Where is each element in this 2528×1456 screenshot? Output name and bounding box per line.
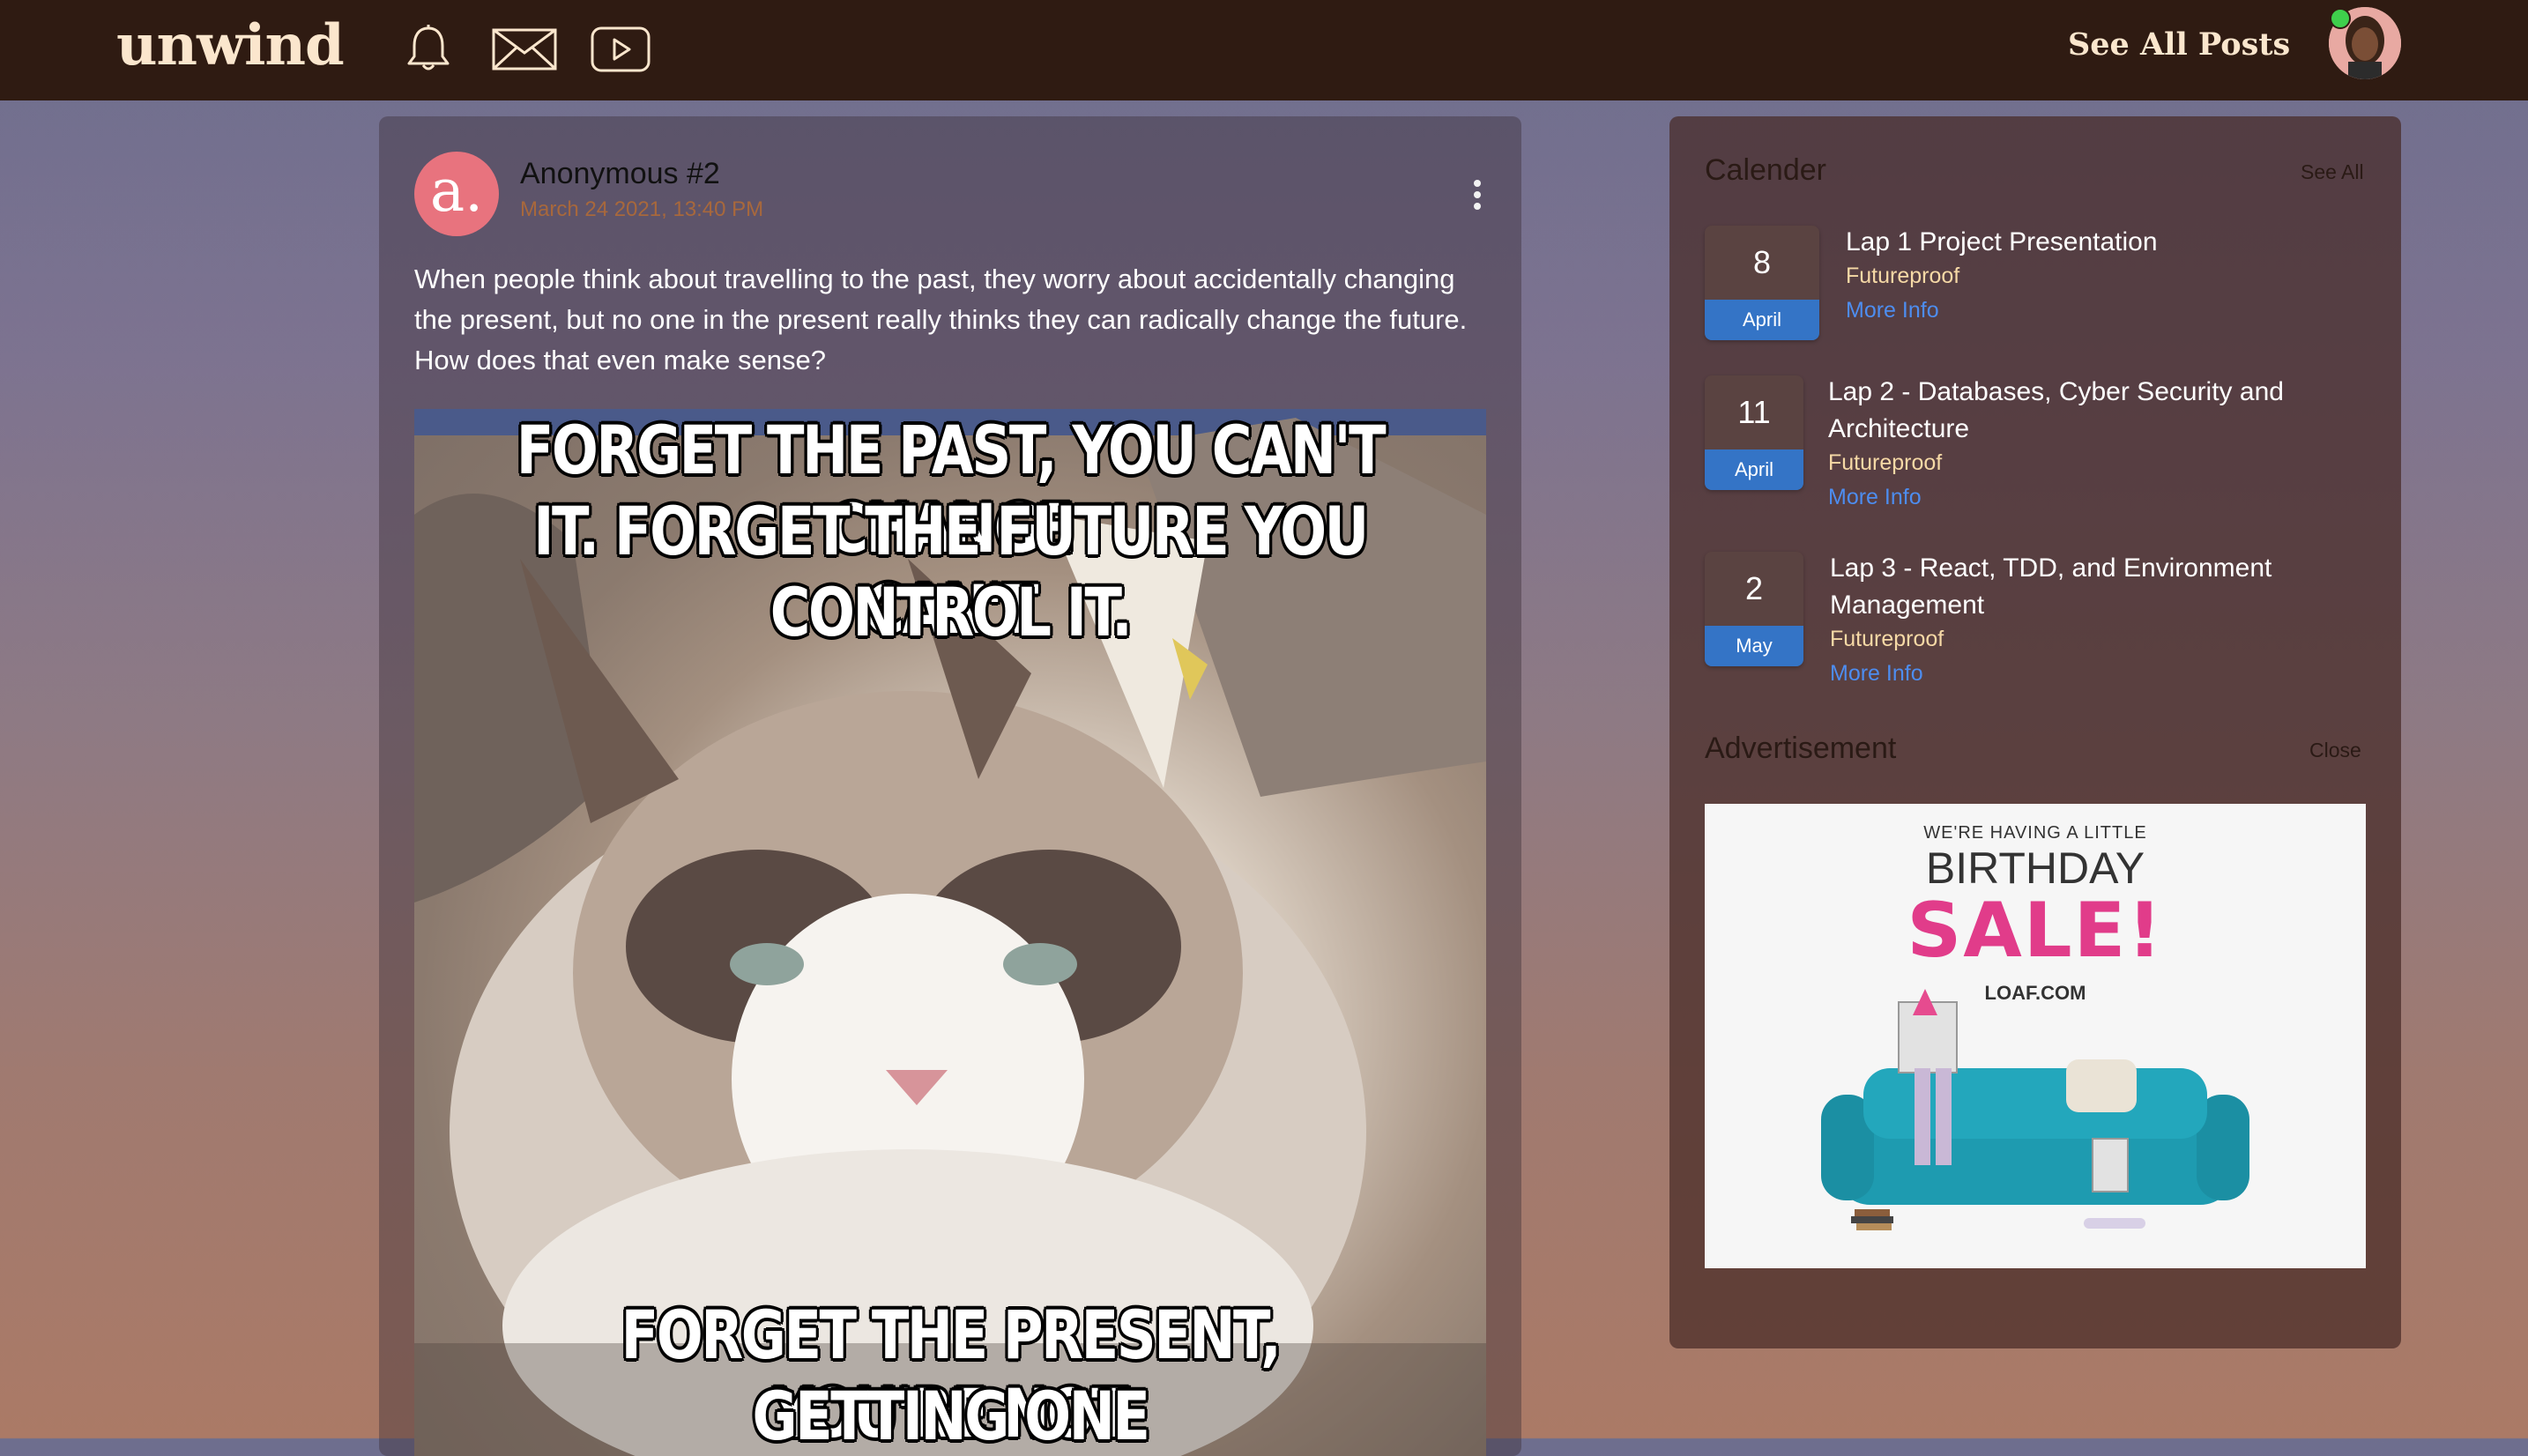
event-day: 11 [1737, 394, 1771, 430]
event-organizer: Futureproof [1846, 264, 1960, 288]
envelope-icon[interactable] [492, 28, 557, 71]
event-title: Lap 3 - React, TDD, and Environment [1830, 553, 2272, 583]
event-date-badge: 8 April [1705, 226, 1819, 340]
app-logo[interactable]: unwind [116, 12, 345, 78]
meme-bottom-line-2: GETTING ONE [752, 1377, 1149, 1455]
event-title-line-2: Architecture [1828, 414, 1970, 443]
post-date: March 24 2021, 13:40 PM [520, 197, 764, 221]
post-card: a. Anonymous #2 March 24 2021, 13:40 PM … [379, 116, 1521, 1456]
event-month: May [1705, 626, 1803, 666]
post-body: When people think about travelling to th… [414, 264, 1468, 375]
sofa-illustration [1821, 989, 2249, 1230]
event-month: April [1705, 300, 1819, 340]
sidebar: Calender See All 8 April Lap 1 Project P… [1669, 116, 2401, 1348]
meme-top-line-3: CONTROL IT. [770, 573, 1133, 651]
advertisement-title: Advertisement [1705, 732, 1897, 765]
event-more-info-link[interactable]: More Info [1828, 485, 1922, 510]
event-day: 8 [1752, 244, 1772, 280]
advertisement-close-link[interactable]: Close [2309, 739, 2361, 762]
advertisement-banner[interactable]: WE'RE HAVING A LITTLE BIRTHDAY SALE! LOA… [1705, 804, 2366, 1268]
event-title-line-2: Management [1830, 591, 1985, 620]
event-date-badge: 11 April [1705, 375, 1803, 490]
post-author[interactable]: Anonymous #2 [520, 157, 720, 191]
post-meme-image[interactable]: FORGET THE PAST, YOU CAN'T CHANGE IT. FO… [414, 409, 1486, 1456]
event-organizer: Futureproof [1828, 450, 1943, 475]
event-title: Lap 2 - Databases, Cyber Security and [1828, 377, 2284, 406]
event-more-info-link[interactable]: More Info [1830, 661, 1923, 687]
calendar-title: Calender [1705, 153, 1826, 187]
see-all-posts-link[interactable]: See All Posts [2068, 26, 2290, 63]
event-day: 2 [1744, 570, 1764, 606]
bell-icon[interactable] [405, 25, 451, 72]
event-month: April [1705, 449, 1803, 490]
video-play-icon[interactable] [591, 26, 651, 72]
event-organizer: Futureproof [1830, 627, 1944, 651]
event-more-info-link[interactable]: More Info [1846, 298, 1939, 323]
author-avatar[interactable]: a. [414, 152, 499, 236]
online-status-indicator [2330, 8, 2351, 29]
more-options-icon[interactable] [1472, 180, 1483, 215]
calendar-see-all-link[interactable]: See All [2301, 160, 2364, 184]
top-navbar: unwind See All Posts [0, 0, 2528, 100]
event-date-badge: 2 May [1705, 552, 1803, 666]
event-title: Lap 1 Project Presentation [1846, 227, 2158, 256]
